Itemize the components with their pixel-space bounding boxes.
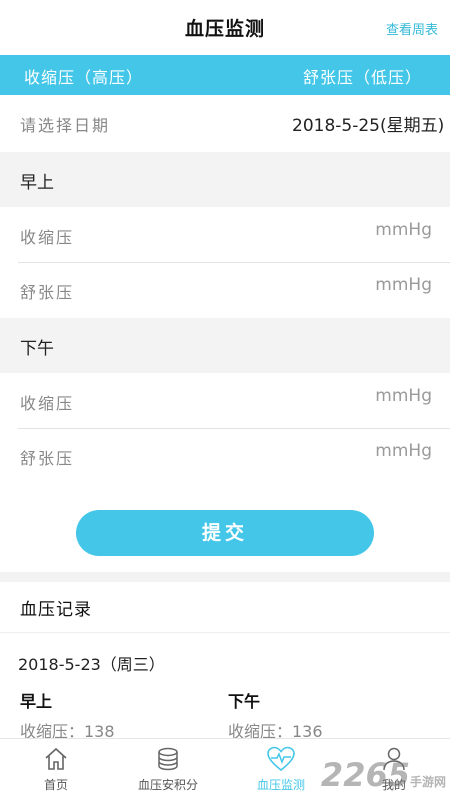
section-gap [0, 572, 450, 582]
morning-diastolic-unit: mmHg [375, 275, 432, 295]
coins-icon [112, 745, 224, 773]
pressure-type-banner: 收缩压（高压） 舒张压（低压） [0, 55, 450, 95]
watermark-number: 2265 [320, 756, 410, 794]
afternoon-systolic-input[interactable]: 收缩压 mmHg [0, 373, 450, 428]
morning-section-header: 早上 [0, 152, 450, 207]
tab-home[interactable]: 首页 [0, 739, 112, 800]
date-value[interactable]: 2018-5-25(星期五) [292, 111, 450, 136]
morning-diastolic-input[interactable]: 舒张压 mmHg [0, 263, 450, 318]
afternoon-section-header: 下午 [0, 318, 450, 373]
submit-area: 提交 [0, 484, 450, 572]
date-label: 请选择日期 [20, 116, 111, 135]
date-picker-row[interactable]: 请选择日期 2018-5-25(星期五) [0, 95, 450, 152]
afternoon-systolic-unit: mmHg [375, 386, 432, 406]
morning-diastolic-label: 舒张压 [20, 283, 75, 302]
afternoon-diastolic-label: 舒张压 [20, 449, 75, 468]
morning-systolic-input[interactable]: 收缩压 mmHg [0, 207, 450, 262]
systolic-header: 收缩压（高压） [24, 68, 144, 87]
tab-points[interactable]: 血压安积分 [112, 739, 224, 800]
afternoon-diastolic-input[interactable]: 舒张压 mmHg [0, 429, 450, 484]
tab-points-label: 血压安积分 [137, 778, 198, 792]
afternoon-diastolic-unit: mmHg [375, 441, 432, 461]
morning-systolic-unit: mmHg [375, 220, 432, 240]
record-morning-label: 早上 [20, 692, 53, 711]
diastolic-header: 舒张压（低压） [302, 68, 422, 87]
morning-title: 早上 [20, 173, 54, 193]
records-title: 血压记录 [20, 600, 92, 620]
record-afternoon-label: 下午 [228, 692, 261, 711]
morning-systolic-label: 收缩压 [20, 228, 75, 247]
afternoon-title: 下午 [20, 339, 54, 359]
site-watermark: 2265手游网 [321, 756, 446, 794]
view-weekly-link[interactable]: 查看周表 [386, 19, 438, 38]
submit-button[interactable]: 提交 [76, 510, 374, 556]
top-bar: 血压监测 查看周表 [0, 0, 450, 55]
home-icon [0, 745, 112, 773]
records-header: 血压记录 [0, 582, 450, 632]
record-date: 2018-5-23（周三） [18, 655, 165, 674]
divider [0, 632, 450, 633]
watermark-text: 手游网 [409, 775, 446, 789]
afternoon-systolic-label: 收缩压 [20, 394, 75, 413]
page-title: 血压监测 [184, 18, 265, 40]
tab-home-label: 首页 [43, 778, 68, 792]
